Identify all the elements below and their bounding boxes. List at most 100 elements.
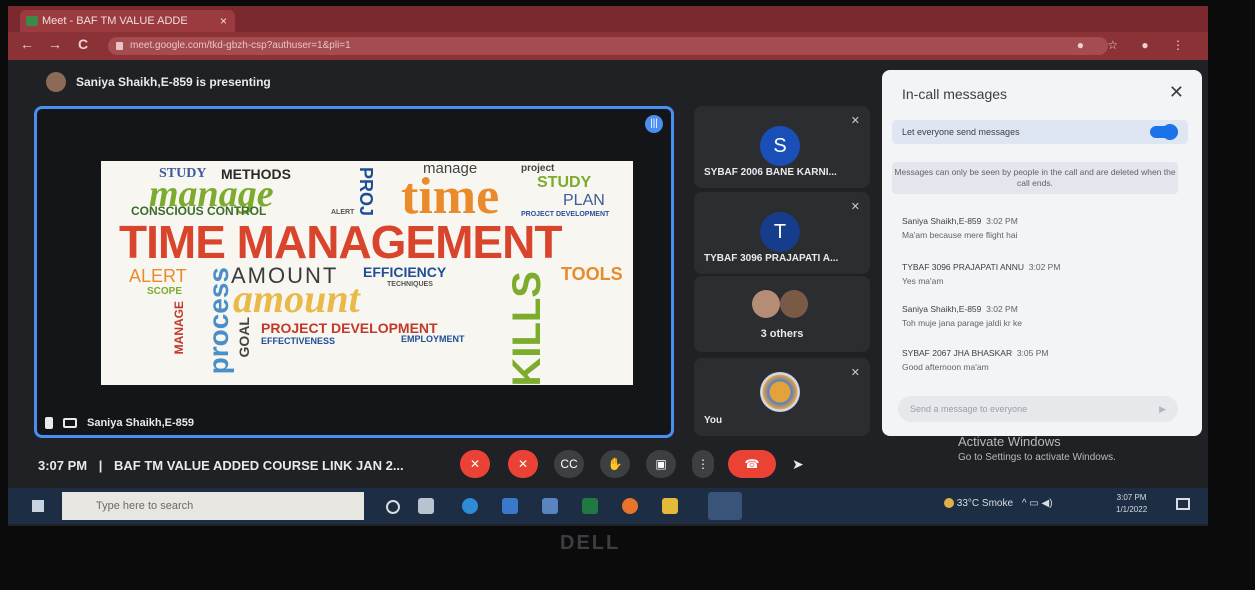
back-icon[interactable]: ← xyxy=(20,36,34,52)
captions-button[interactable]: CC xyxy=(554,450,584,478)
participant-name: 3 others xyxy=(760,328,804,340)
participant-name: TYBAF 3096 PRAJAPATI A... xyxy=(704,253,839,264)
mic-off-button[interactable]: ✕ xyxy=(460,450,490,478)
system-tray[interactable]: 33°C Smoke ^ ▭ ◀) xyxy=(944,498,1053,509)
tray-icons[interactable]: ^ ▭ ◀) xyxy=(1022,498,1053,509)
presenter-label: Saniya Shaikh,E-859 xyxy=(45,417,194,429)
separator: | xyxy=(98,458,103,473)
laptop-screen: Meet - BAF TM VALUE ADDE × ← → C meet.go… xyxy=(8,6,1208,526)
self-avatar xyxy=(760,372,800,412)
browser-tab-bar: Meet - BAF TM VALUE ADDE × xyxy=(8,6,1208,32)
send-messages-toggle[interactable] xyxy=(1150,124,1178,140)
mouse-cursor-icon: ➤ xyxy=(792,456,804,472)
clock-date: 1/1/2022 xyxy=(1116,505,1148,514)
windows-start-icon[interactable] xyxy=(32,500,44,512)
chat-message: Saniya Shaikh,E-859 3:02 PM Ma'am becaus… xyxy=(902,216,1182,240)
participant-avatar xyxy=(752,290,780,318)
raise-hand-button[interactable]: ✋ xyxy=(600,450,630,478)
message-sender: TYBAF 3096 PRAJAPATI ANNU xyxy=(902,262,1025,272)
close-icon[interactable]: ✕ xyxy=(1169,82,1184,103)
presentation-slide: STUDY METHODS manage PROJ time manage pr… xyxy=(101,161,633,385)
message-time: 3:02 PM xyxy=(986,304,1018,314)
slide-word: EFFECTIVENESS xyxy=(261,336,336,346)
pin-icon[interactable] xyxy=(45,417,53,429)
forward-icon[interactable]: → xyxy=(48,36,62,52)
participant-avatar xyxy=(780,290,808,318)
message-sender: Saniya Shaikh,E-859 xyxy=(902,216,982,226)
slide-word: process xyxy=(203,267,234,375)
participant-avatar: S xyxy=(760,126,800,166)
slide-word: TIME MANAGEMENT xyxy=(119,216,562,268)
participant-avatar: T xyxy=(760,212,800,252)
chat-message-input[interactable]: Send a message to everyone ▶ xyxy=(898,396,1178,422)
lock-icon xyxy=(116,42,123,50)
camera-off-button[interactable]: ✕ xyxy=(508,450,538,478)
message-text: Toh muje jana parage jaldi kr ke xyxy=(902,318,1023,328)
end-call-button[interactable]: ☎ xyxy=(728,450,776,478)
slide-word: GOAL xyxy=(236,317,252,358)
message-sender: Saniya Shaikh,E-859 xyxy=(902,304,982,314)
task-view-icon[interactable] xyxy=(418,498,434,514)
presenting-banner: Saniya Shaikh,E-859 is presenting xyxy=(46,72,271,92)
file-explorer-icon[interactable] xyxy=(662,498,678,514)
participant-tile-others[interactable]: 3 others xyxy=(694,276,870,352)
chat-input-placeholder: Send a message to everyone xyxy=(910,404,1028,414)
participant-name: SYBAF 2006 BANE KARNI... xyxy=(704,167,837,178)
participant-tile[interactable]: ✕ T TYBAF 3096 PRAJAPATI A... xyxy=(694,192,870,274)
meeting-title: BAF TM VALUE ADDED COURSE LINK JAN 2... xyxy=(114,458,404,473)
taskbar-search-input[interactable]: Type here to search xyxy=(62,492,364,520)
chrome-icon[interactable] xyxy=(708,492,742,520)
more-options-button[interactable]: ⋮ xyxy=(692,450,714,478)
send-messages-setting: Let everyone send messages xyxy=(892,120,1188,144)
message-sender: SYBAF 2067 JHA BHASKAR xyxy=(902,348,1013,358)
activate-windows-subtitle: Go to Settings to activate Windows. xyxy=(958,452,1116,463)
browser-extension-icons[interactable]: ● ☆ ● ⋮ xyxy=(1077,38,1194,52)
mail-icon[interactable] xyxy=(502,498,518,514)
tab-close-icon[interactable]: × xyxy=(220,10,227,32)
presenter-name: Saniya Shaikh,E-859 xyxy=(87,417,194,429)
message-time: 3:02 PM xyxy=(1028,262,1061,272)
chat-message: Saniya Shaikh,E-859 3:02 PM Toh muje jan… xyxy=(902,304,1182,328)
meet-favicon-icon xyxy=(26,16,38,26)
present-button[interactable]: ▣ xyxy=(646,450,676,478)
chat-message: SYBAF 2067 JHA BHASKAR 3:05 PM Good afte… xyxy=(902,348,1182,372)
message-text: Yes ma'am xyxy=(902,276,944,286)
slide-word: ALERT xyxy=(331,209,355,216)
main-presentation-tile[interactable]: ||| STUDY METHODS manage PROJ time manag… xyxy=(34,106,674,438)
reload-icon[interactable]: C xyxy=(78,36,88,52)
browser-tab[interactable]: Meet - BAF TM VALUE ADDE × xyxy=(20,10,235,32)
meeting-time: 3:07 PM xyxy=(38,458,88,473)
slide-word: MANAGE xyxy=(172,301,186,355)
chat-title: In-call messages xyxy=(902,86,1008,102)
message-time: 3:05 PM xyxy=(1016,348,1049,358)
browser-address-bar: ← → C meet.google.com/tkd-gbzh-csp?authu… xyxy=(8,32,1208,60)
taskbar-clock[interactable]: 3:07 PM 1/1/2022 xyxy=(1116,492,1147,516)
muted-mic-icon: ✕ xyxy=(850,201,860,213)
weather-icon xyxy=(944,498,954,509)
presenter-avatar xyxy=(46,72,66,92)
slide-word: amount xyxy=(233,276,360,321)
slide-word: EMPLOYMENT xyxy=(401,334,465,344)
excel-icon[interactable] xyxy=(582,498,598,514)
slide-word: EFFICIENCY xyxy=(363,264,447,280)
store-icon[interactable] xyxy=(542,498,558,514)
firefox-icon[interactable] xyxy=(622,498,638,514)
send-icon[interactable]: ▶ xyxy=(1159,396,1166,422)
clock-time: 3:07 PM xyxy=(1116,493,1147,502)
muted-mic-icon: ✕ xyxy=(850,367,860,379)
slide-word: ALERT xyxy=(129,266,187,286)
cortana-icon[interactable] xyxy=(386,500,400,514)
participant-tile[interactable]: ✕ S SYBAF 2006 BANE KARNI... xyxy=(694,106,870,188)
slide-word: PROJ xyxy=(356,167,376,217)
participant-name: You xyxy=(704,415,723,426)
edge-icon[interactable] xyxy=(462,498,478,514)
participant-tile-self[interactable]: ✕ You xyxy=(694,358,870,436)
windows-taskbar: Type here to search 33°C Smoke ^ ▭ ◀) 3:… xyxy=(8,488,1208,524)
slide-word: project xyxy=(521,163,555,174)
slide-word: TECHNIQUES xyxy=(387,281,433,288)
chat-notice: Messages can only be seen by people in t… xyxy=(892,162,1178,194)
notifications-icon[interactable] xyxy=(1176,498,1190,510)
url-field[interactable]: meet.google.com/tkd-gbzh-csp?authuser=1&… xyxy=(108,37,1108,55)
meeting-details[interactable]: 3:07 PM | BAF TM VALUE ADDED COURSE LINK… xyxy=(38,458,404,473)
message-time: 3:02 PM xyxy=(986,216,1018,226)
